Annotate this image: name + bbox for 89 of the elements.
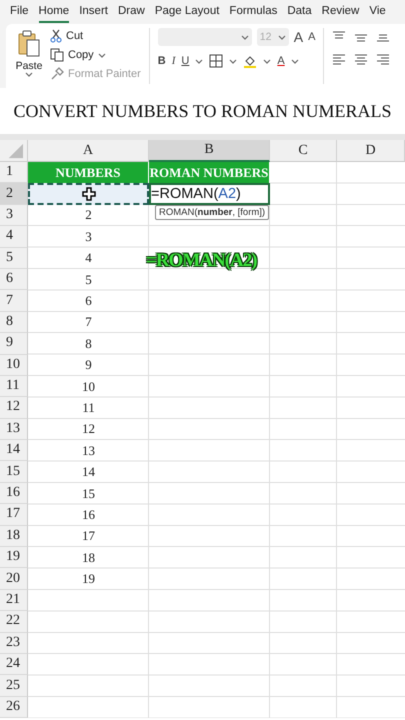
- menu-tab[interactable]: Data: [287, 2, 312, 22]
- column-header[interactable]: A: [28, 140, 149, 162]
- table-cell-text: 14: [81, 463, 96, 482]
- row-header[interactable]: 11: [0, 376, 28, 398]
- table-cell-text: 16: [81, 506, 96, 524]
- menu-tab[interactable]: Page Layout: [154, 2, 220, 22]
- row-header[interactable]: 13: [0, 418, 28, 440]
- caret-icon: [278, 34, 286, 40]
- row-header[interactable]: 15: [0, 461, 28, 483]
- column-header[interactable]: B: [149, 140, 270, 162]
- paintbrush-icon: [50, 67, 64, 81]
- page-title: CONVERT NUMBERS TO ROMAN NUMERALS: [14, 100, 392, 122]
- row-header[interactable]: 14: [0, 440, 28, 462]
- row-header[interactable]: 12: [0, 397, 28, 419]
- table-cell-text: 4: [84, 249, 93, 268]
- table-cell-text: 19: [81, 570, 96, 588]
- menu-tab[interactable]: Review: [322, 2, 360, 22]
- table-cell-text: 18: [81, 548, 96, 567]
- cut-button[interactable]: Cut: [50, 28, 141, 44]
- column-header[interactable]: D: [337, 140, 405, 162]
- menu-tab[interactable]: Draw: [118, 2, 145, 22]
- caret-icon: [229, 58, 238, 64]
- row-header[interactable]: 18: [0, 526, 28, 548]
- align-left-icon: [332, 53, 346, 67]
- row-header[interactable]: 6: [0, 268, 28, 290]
- row-header[interactable]: 25: [0, 675, 28, 697]
- table-cell-text: 10: [81, 378, 96, 396]
- row-header[interactable]: 21: [0, 590, 28, 612]
- table-cell-text: 7: [84, 313, 93, 332]
- row-header[interactable]: 22: [0, 611, 28, 633]
- menu-tab[interactable]: Formulas: [229, 2, 278, 22]
- header-cell: NUMBERS: [28, 162, 149, 184]
- caret-icon: [195, 58, 204, 64]
- underline-button[interactable]: U: [181, 54, 190, 68]
- caret-icon: [290, 58, 299, 64]
- menu-tab[interactable]: File: [10, 2, 29, 22]
- shrink-font-button[interactable]: A: [308, 30, 316, 44]
- italic-button[interactable]: I: [172, 54, 176, 68]
- header-cell: ROMAN NUMBERS: [149, 162, 270, 184]
- row-header[interactable]: 4: [0, 226, 28, 248]
- copy-icon: [50, 48, 64, 62]
- table-cell-text: 17: [81, 527, 96, 546]
- align-right-icon: [376, 53, 390, 67]
- table-cell-text: 13: [81, 442, 96, 460]
- row-header[interactable]: 7: [0, 290, 28, 312]
- table-cell-text: 8: [84, 334, 93, 353]
- table-cell-text: 15: [81, 484, 96, 503]
- row-header[interactable]: 8: [0, 312, 28, 334]
- scissors-icon: [50, 29, 62, 43]
- grow-font-button[interactable]: A: [294, 30, 304, 44]
- row-header[interactable]: 19: [0, 547, 28, 568]
- bold-button[interactable]: B: [158, 54, 166, 68]
- table-cell-text: 3: [84, 228, 93, 246]
- caret-icon: [240, 34, 249, 40]
- table-cell-text: 6: [84, 292, 93, 310]
- caret-icon: [25, 72, 33, 77]
- row-header[interactable]: 2: [0, 183, 28, 205]
- font-name-dropdown[interactable]: [158, 28, 252, 46]
- row-header[interactable]: 16: [0, 482, 28, 504]
- overlay-caption: =ROMAN(A2): [146, 250, 257, 272]
- row-header[interactable]: 20: [0, 568, 28, 590]
- table-cell-text: 12: [81, 420, 96, 438]
- row-header[interactable]: 10: [0, 354, 28, 376]
- copy-button[interactable]: Copy: [50, 47, 141, 63]
- caret-icon: [98, 52, 106, 58]
- row-header[interactable]: 1: [0, 162, 28, 184]
- fill-bucket-icon: [243, 54, 258, 68]
- row-header[interactable]: 23: [0, 632, 28, 654]
- row-header[interactable]: 26: [0, 696, 28, 718]
- table-cell-text: 5: [84, 270, 93, 289]
- align-center-icon: [354, 53, 368, 67]
- menu-tab[interactable]: Vie: [369, 2, 386, 22]
- formula-tooltip: ROMAN(number, [form]): [155, 204, 270, 220]
- plus-cursor-icon: [82, 187, 96, 202]
- row-header[interactable]: 5: [0, 248, 28, 269]
- paste-button[interactable]: Paste: [14, 28, 44, 77]
- table-cell-text: 11: [81, 398, 96, 417]
- column-header[interactable]: C: [270, 140, 337, 162]
- clipboard-icon: [17, 30, 41, 58]
- menu-tab[interactable]: Insert: [79, 2, 108, 22]
- font-color-button[interactable]: A: [277, 54, 285, 68]
- row-header[interactable]: 9: [0, 333, 28, 355]
- row-header[interactable]: 17: [0, 504, 28, 526]
- table-cell-text: 2: [84, 206, 93, 224]
- row-header[interactable]: 3: [0, 204, 28, 226]
- borders-icon: [209, 54, 224, 68]
- row-header[interactable]: 24: [0, 654, 28, 676]
- table-cell-text: 9: [84, 356, 93, 374]
- caret-icon: [263, 58, 272, 64]
